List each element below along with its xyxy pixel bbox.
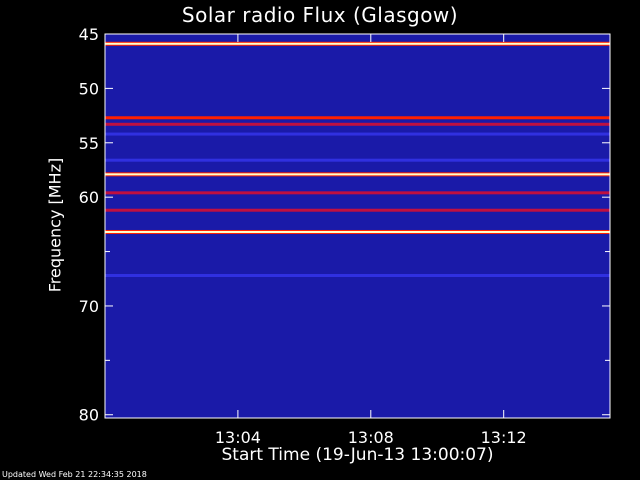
y-tick-label: 60 [79, 188, 99, 207]
intensity-band [105, 122, 610, 126]
y-tick-label: 45 [79, 25, 99, 44]
y-tick-label: 70 [79, 297, 99, 316]
y-tick-label: 80 [79, 406, 99, 425]
intensity-band [105, 132, 610, 136]
y-tick-label: 55 [79, 134, 99, 153]
spectrogram-chart: 13:04 13:08 13:12 45 50 55 60 70 80 [79, 25, 611, 447]
intensity-band [105, 208, 610, 212]
intensity-band-peak [105, 230, 610, 233]
intensity-band-peak [105, 173, 610, 176]
x-tick-label: 13:04 [215, 428, 261, 447]
intensity-band [105, 273, 610, 277]
intensity-band [105, 191, 610, 195]
intensity-band [105, 158, 610, 162]
x-tick-label: 13:12 [481, 428, 527, 447]
x-tick-label: 13:08 [348, 428, 394, 447]
intensity-band-peak [105, 42, 610, 45]
y-tick-label: 50 [79, 79, 99, 98]
spectrogram-background [105, 34, 610, 418]
intensity-band [105, 116, 610, 120]
